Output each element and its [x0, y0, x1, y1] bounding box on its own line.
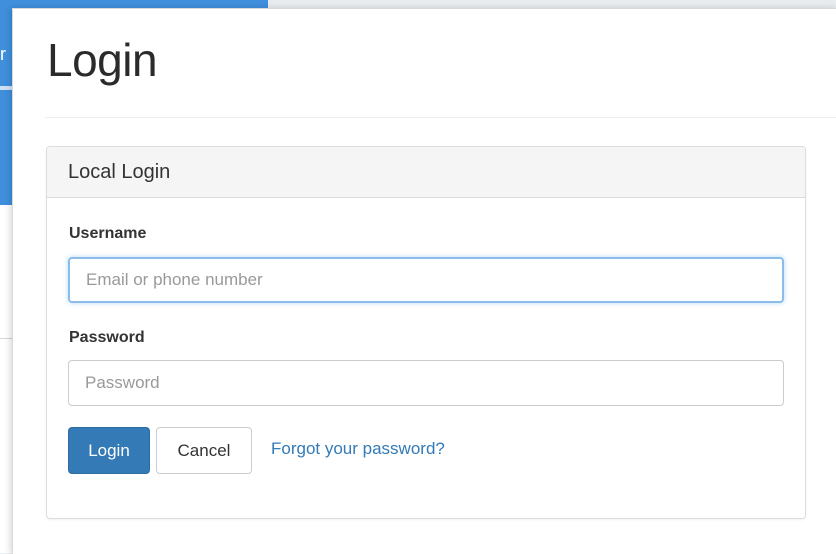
username-label: Username: [69, 225, 147, 242]
login-button[interactable]: Login: [68, 427, 150, 474]
background-link-fragment: [0, 86, 12, 90]
title-divider: [45, 117, 836, 118]
password-label: Password: [69, 329, 145, 346]
login-dialog: Login Local Login Username Password Logi…: [12, 8, 836, 554]
cancel-button[interactable]: Cancel: [156, 427, 252, 474]
local-login-panel: Local Login Username Password Login Canc…: [46, 146, 806, 519]
forgot-password-link[interactable]: Forgot your password?: [271, 439, 445, 459]
panel-heading: Local Login: [47, 147, 805, 198]
username-input[interactable]: [68, 257, 784, 303]
background-text-fragment: r: [0, 44, 6, 64]
page-title: Login: [47, 34, 158, 86]
password-input[interactable]: [68, 360, 784, 406]
